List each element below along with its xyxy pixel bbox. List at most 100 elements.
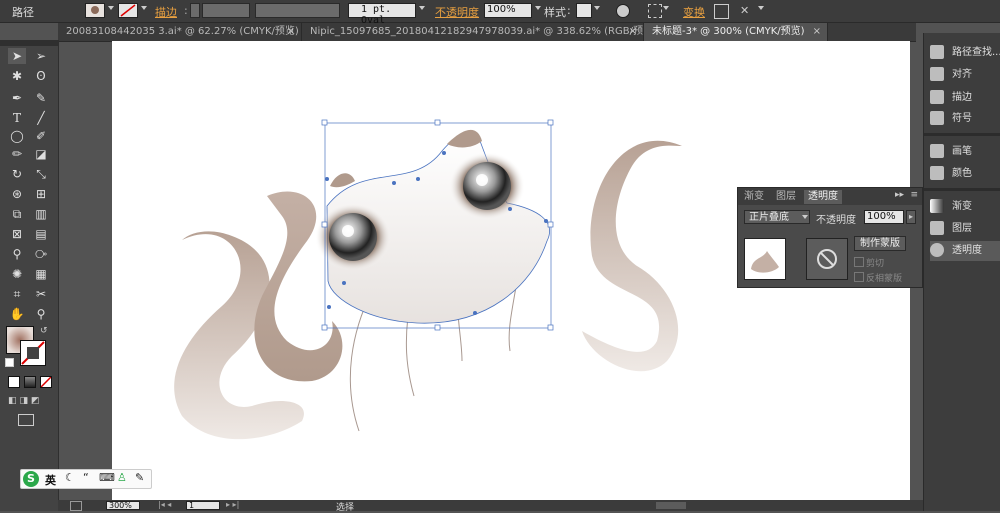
column-graph-tool-icon[interactable]: ▦	[32, 266, 50, 282]
line-tool-icon[interactable]: ╱	[32, 110, 50, 126]
close-icon[interactable]: ×	[813, 23, 821, 41]
none-mode-icon[interactable]	[40, 376, 52, 388]
panel-tab-gradient[interactable]: 渐变	[740, 190, 768, 204]
dock-item-align[interactable]: 对齐	[930, 65, 1000, 85]
free-transform-tool-icon[interactable]: ⊞	[32, 186, 50, 202]
horizontal-scrollbar[interactable]	[656, 502, 686, 509]
opacity-slider-icon[interactable]: ▸	[906, 210, 916, 224]
gradient-tool-icon[interactable]: ▤	[32, 226, 50, 242]
blend-mode-select[interactable]: 正片叠底	[744, 210, 810, 224]
keyboard-icon[interactable]: ⌨	[99, 471, 115, 484]
dock-item-pathfinder[interactable]: 路径查找...	[930, 43, 1000, 63]
stroke-swatch[interactable]	[118, 3, 138, 18]
align-icon[interactable]	[648, 4, 662, 18]
isolate-dropdown-icon[interactable]	[758, 6, 764, 10]
dock-item-color[interactable]: 颜色	[930, 164, 1000, 184]
clip-checkbox[interactable]	[854, 257, 864, 267]
dock-item-transparency[interactable]: 透明度	[930, 241, 1000, 261]
close-icon[interactable]: ×	[287, 23, 295, 41]
scale-tool-icon[interactable]: ⤡	[32, 166, 50, 182]
eyedropper-tool-icon[interactable]: ⚲	[8, 246, 26, 262]
fill-swatch[interactable]	[85, 3, 105, 18]
wrench-icon[interactable]: ✎	[135, 471, 144, 484]
isolate-icon[interactable]: ✕	[740, 4, 749, 17]
direct-selection-tool-icon[interactable]: ➢	[32, 48, 50, 64]
default-colors-icon[interactable]	[5, 358, 14, 367]
eraser-tool-icon[interactable]: ◪	[32, 146, 50, 162]
hand-tool-icon[interactable]: ✋	[8, 306, 26, 322]
panel-tab-layers[interactable]: 图层	[772, 190, 800, 204]
tab-document-1[interactable]: 20083108442035 3.ai* @ 62.27% (CMYK/预览) ×	[58, 23, 302, 41]
stroke-dropdown-icon[interactable]	[141, 6, 147, 10]
transform-label[interactable]: 变换	[683, 4, 705, 20]
next-page-icon[interactable]: ▸ ▸|	[226, 500, 239, 509]
tab-document-3[interactable]: 未标题-3* @ 300% (CMYK/预览) ×	[644, 23, 828, 41]
type-tool-icon[interactable]: T	[8, 110, 26, 126]
ellipse-tool-icon[interactable]: ◯	[8, 128, 26, 144]
style-dropdown-icon[interactable]	[594, 6, 600, 10]
invert-mask-checkbox[interactable]	[854, 272, 864, 282]
stroke-label[interactable]: 描边	[155, 4, 177, 20]
align-dropdown-icon[interactable]	[663, 6, 669, 10]
brush-definition[interactable]: 1 pt. Oval	[348, 3, 416, 26]
collapse-icon[interactable]: ▸▸	[895, 190, 904, 200]
blend-mode-dropdown-icon[interactable]	[802, 215, 808, 219]
close-icon[interactable]: ×	[629, 23, 637, 41]
dock-item-stroke[interactable]: 描边	[930, 88, 1000, 108]
opacity-label[interactable]: 不透明度	[435, 4, 479, 20]
dock-item-symbols[interactable]: 符号	[930, 109, 1000, 129]
color-mode-icon[interactable]	[8, 376, 20, 388]
sogou-icon[interactable]: S	[23, 471, 39, 487]
drawing-modes-icon[interactable]: ◧◨◩	[8, 396, 48, 406]
page-input[interactable]: 1	[186, 501, 220, 510]
panel-tab-transparency[interactable]: 透明度	[804, 190, 842, 204]
width-tool-icon[interactable]: ⊛	[8, 186, 26, 202]
panel-menu-icon[interactable]: ≡	[910, 190, 918, 200]
punctuation-icon[interactable]: “	[83, 471, 89, 484]
gradient-mode-icon[interactable]	[24, 376, 36, 388]
curvature-tool-icon[interactable]: ✎	[32, 90, 50, 106]
blend-tool-icon[interactable]: ⧂	[32, 246, 50, 262]
brush-dropdown-icon[interactable]	[419, 6, 425, 10]
mesh-tool-icon[interactable]: ⊠	[8, 226, 26, 242]
fill-dropdown-icon[interactable]	[108, 6, 114, 10]
skin-icon[interactable]: ♙	[117, 471, 127, 484]
selection-tool-icon[interactable]: ➤	[8, 48, 26, 64]
ime-language[interactable]: 英	[45, 472, 56, 488]
slice-tool-icon[interactable]: ✂	[32, 286, 50, 302]
stroke-weight-input[interactable]	[202, 3, 250, 18]
paintbrush-tool-icon[interactable]: ✐	[32, 128, 50, 144]
zoom-tool-icon[interactable]: ⚲	[32, 306, 50, 322]
magic-wand-tool-icon[interactable]: ✱	[8, 68, 26, 84]
artboard-tool-icon[interactable]: ⌗	[8, 286, 26, 302]
lasso-tool-icon[interactable]: ʘ	[32, 68, 50, 84]
style-swatch[interactable]	[576, 3, 592, 18]
style-label: 样式	[544, 6, 566, 19]
dock-item-brushes[interactable]: 画笔	[930, 142, 1000, 162]
chart-tool-icon[interactable]: ▥	[32, 206, 50, 222]
shape-builder-tool-icon[interactable]: ⧉	[8, 206, 26, 222]
symbol-sprayer-tool-icon[interactable]: ✺	[8, 266, 26, 282]
opacity-input[interactable]: 100%	[484, 3, 532, 18]
moon-icon[interactable]: ☾	[65, 471, 75, 484]
artwork-thumbnail[interactable]	[744, 238, 786, 280]
stroke-weight-stepper[interactable]	[190, 3, 200, 18]
opacity-input[interactable]: 100%	[864, 210, 904, 224]
stroke-color-swatch[interactable]	[20, 340, 46, 366]
screen-mode-icon[interactable]	[18, 414, 34, 426]
opacity-dropdown-icon[interactable]	[535, 6, 541, 10]
transform-icon[interactable]	[714, 4, 729, 19]
pencil-tool-icon[interactable]: ✏	[8, 146, 26, 162]
make-mask-button[interactable]: 制作蒙版	[854, 236, 906, 251]
dock-item-layers[interactable]: 图层	[930, 219, 1000, 239]
dock-item-gradient[interactable]: 渐变	[930, 197, 1000, 217]
recolor-icon[interactable]	[616, 4, 630, 18]
pen-tool-icon[interactable]: ✒	[8, 90, 26, 106]
rotate-tool-icon[interactable]: ↻	[8, 166, 26, 182]
mask-thumbnail[interactable]	[806, 238, 848, 280]
swap-colors-icon[interactable]: ↺	[40, 326, 48, 336]
first-page-icon[interactable]: |◂ ◂	[158, 500, 171, 509]
variable-width-profile[interactable]	[255, 3, 340, 18]
zoom-input[interactable]: 300%	[106, 501, 140, 510]
tab-document-2[interactable]: Nipic_15097685_20180412182947978039.ai* …	[302, 23, 644, 41]
